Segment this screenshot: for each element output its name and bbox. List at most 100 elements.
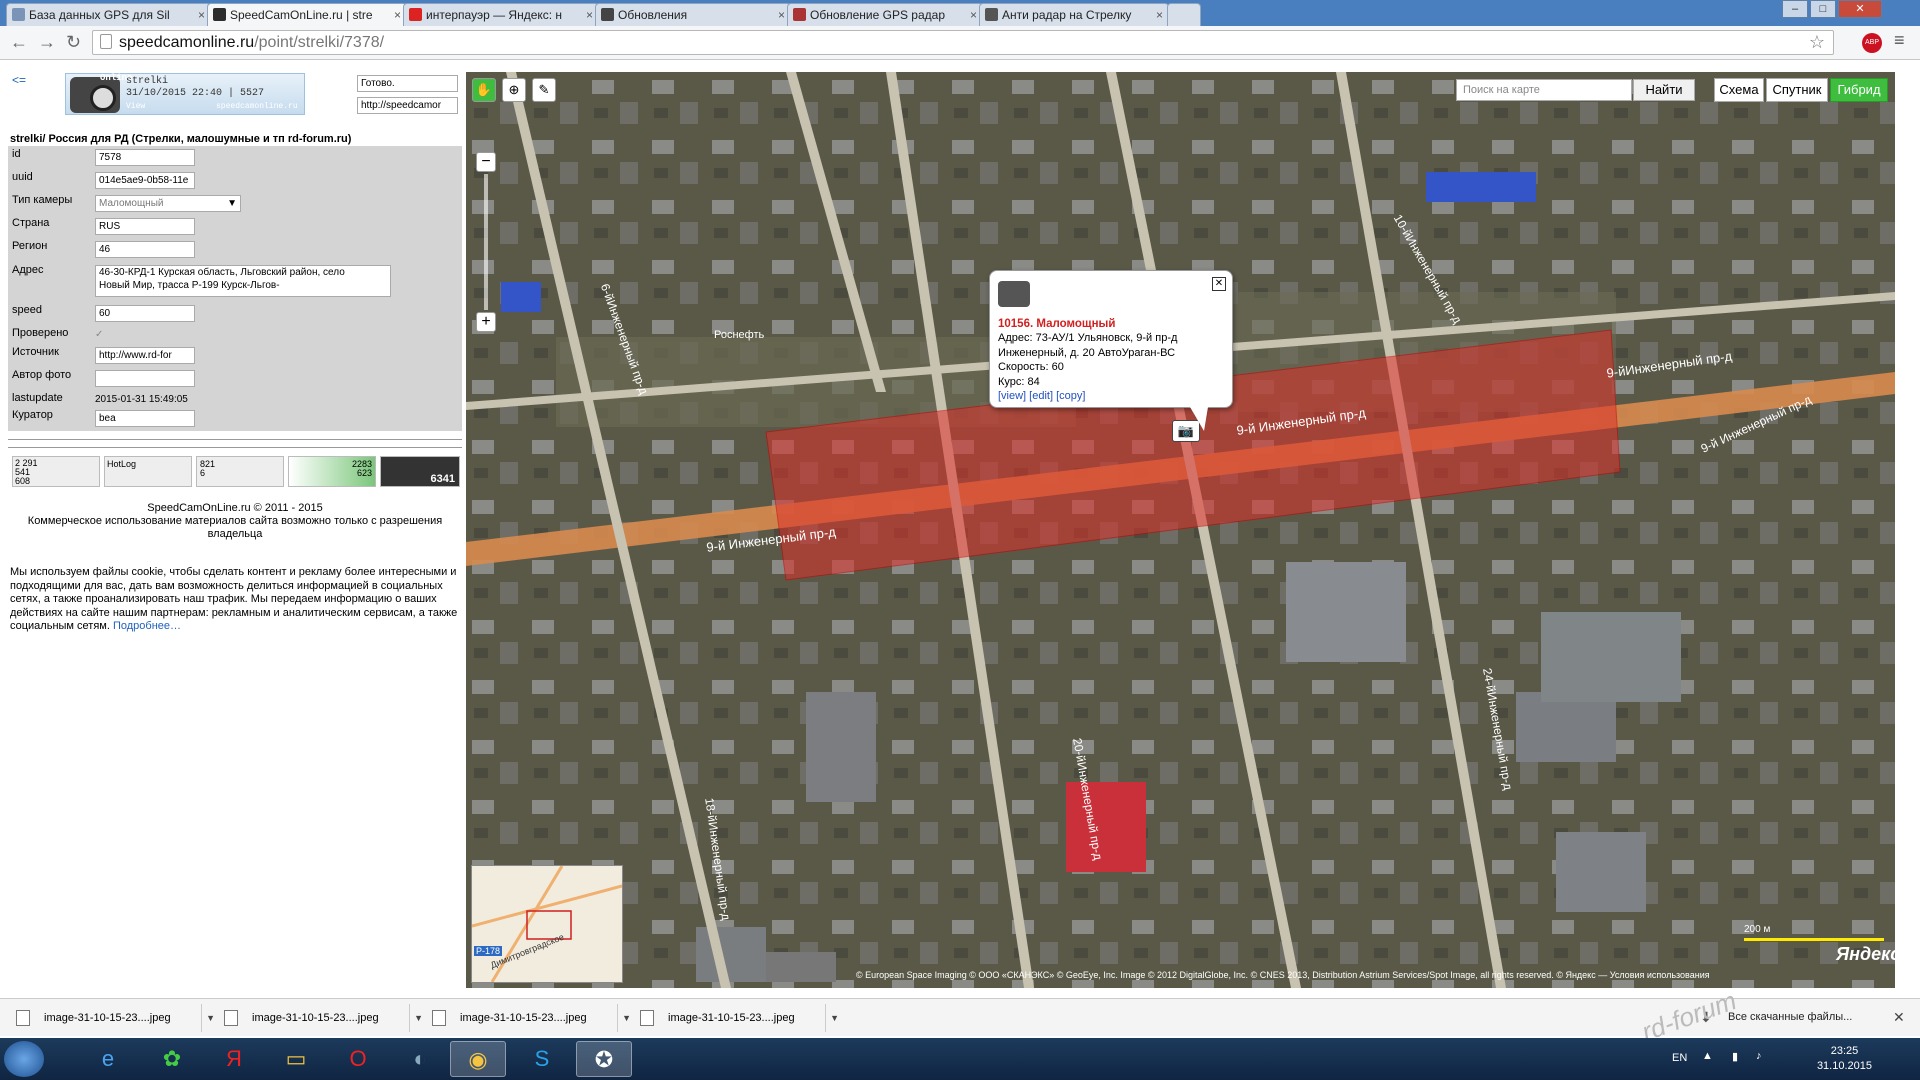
source-input[interactable]: http://www.rd-for [95,347,195,364]
ruler-tool-icon[interactable]: ✎ [532,78,556,102]
field-source: Источник http://www.rd-for [8,344,462,366]
tab-gps-radar-update[interactable]: Обновление GPS радар × [787,3,983,26]
zoom-in-button[interactable]: + [476,312,496,332]
close-tab-icon[interactable]: × [778,4,785,26]
point-form: id 7578 uuid 014e5ae9-0b58-11e Тип камеры М… [8,146,462,431]
back-icon[interactable]: ← [10,32,28,53]
point-details-panel: <= Online strelki 31/10/2015 22:40 | 552… [0,61,466,986]
image-file-icon [640,1010,654,1026]
map-area[interactable]: 9-йИнженерный пр-д 9-й Инженерный пр-д 9… [466,72,1895,988]
download-item[interactable]: image-31-10-15-23....jpeg ▼ [212,1004,423,1032]
download-item[interactable]: image-31-10-15-23....jpeg ▼ [4,1004,215,1032]
opera-icon[interactable]: O [330,1041,386,1077]
yandex-logo[interactable]: Яндекс [1836,944,1895,965]
tray-arrow-icon[interactable]: ▲ [1702,1050,1713,1062]
camera-popup: ✕ 10156. Маломощный Адрес: 73-АУ/1 Ульян… [989,270,1233,431]
dropdown-arrow-icon[interactable]: ▼ [830,1004,839,1032]
layer-hybrid-button[interactable]: Гибрид [1830,78,1888,102]
country-input[interactable]: RUS [95,218,195,235]
zoom-out-button[interactable]: − [476,152,496,172]
tab-updates[interactable]: Обновления × [595,3,791,26]
map-copyright: © European Space Imaging © ООО «СКАНЭКС»… [856,970,1710,980]
speedcam-logo[interactable]: Online strelki 31/10/2015 22:40 | 5527 V… [65,73,305,115]
field-camera-type: Тип камеры Маломощный ▼ [8,192,462,214]
close-popup-icon[interactable]: ✕ [1212,277,1226,291]
liveinternet-counter[interactable]: 2 291 541 608 [12,456,100,487]
network-icon[interactable]: ▮ [1732,1050,1738,1063]
new-tab-button[interactable] [1167,3,1201,26]
all-downloads-link[interactable]: Все скачанные файлы... [1728,1011,1852,1023]
field-speed: speed 60 [8,302,462,324]
link-field[interactable]: http://speedcamor [357,97,458,114]
verified-checkbox[interactable]: ✓ [95,329,103,340]
photo-author-input[interactable] [95,370,195,387]
map-scale: 200 м [1744,924,1771,935]
camera-type-select[interactable]: Маломощный ▼ [95,195,241,212]
yandex-counter[interactable]: 6341 [380,456,460,487]
map-find-button[interactable]: Найти [1633,79,1695,101]
yandex-browser-icon[interactable]: Я [206,1041,262,1077]
close-tab-icon[interactable]: × [586,4,593,26]
rambler-counter[interactable]: 821 6 [196,456,284,487]
world-of-tanks-icon[interactable]: ✪ [576,1041,632,1077]
field-address: Адрес 46-30-КРД-1 Курская область, Льговс… [8,262,462,298]
layer-scheme-button[interactable]: Схема [1714,78,1764,102]
favicon-icon [409,8,422,21]
tab-anti-radar[interactable]: Анти радар на Стрелку × [979,3,1169,26]
close-download-bar-icon[interactable]: ✕ [1893,1009,1905,1026]
sound-icon[interactable]: ◐ [392,1041,448,1077]
language-indicator[interactable]: EN [1672,1052,1687,1064]
bookmark-star-icon[interactable]: ☆ [1809,31,1825,54]
dropdown-arrow-icon: ▼ [227,198,237,209]
cookie-notice: Мы используем файлы cookie, чтобы сделат… [10,566,458,632]
id-input[interactable]: 7578 [95,149,195,166]
clock[interactable]: 23:25 31.10.2015 [1817,1044,1872,1074]
zoom-slider[interactable] [484,174,488,310]
close-tab-icon[interactable]: × [394,4,401,26]
speed-input[interactable]: 60 [95,305,195,322]
back-link[interactable]: <= [12,73,26,87]
tab-yandex-search[interactable]: интерпауэр — Яндекс: н × [403,3,599,26]
more-link[interactable]: Подробнее… [113,620,181,632]
maximize-button[interactable]: □ [1810,0,1836,18]
reload-icon[interactable]: ↻ [66,32,81,53]
region-input[interactable]: 46 [95,241,195,258]
hotlog-counter[interactable]: HotLog [104,456,192,487]
icq-icon[interactable]: ✿ [144,1041,200,1077]
skype-icon[interactable]: S [514,1041,570,1077]
start-button[interactable] [4,1041,44,1077]
camera-icon [998,281,1030,307]
ie-icon[interactable]: e [80,1041,136,1077]
address-textarea[interactable]: 46-30-КРД-1 Курская область, Льговский р… [95,265,391,297]
uuid-input[interactable]: 014e5ae9-0b58-11e [95,172,195,189]
favicon-icon [12,8,25,21]
close-tab-icon[interactable]: × [1156,4,1163,26]
mail-counter[interactable]: 2283 623 [288,456,376,487]
download-item[interactable]: image-31-10-15-23....jpeg ▼ [628,1004,839,1032]
poi-label[interactable]: Роснефть [714,329,764,341]
download-item[interactable]: image-31-10-15-23....jpeg ▼ [420,1004,631,1032]
forward-icon[interactable]: → [38,32,56,53]
overview-minimap[interactable]: Димитровградское Р-178 [471,865,623,983]
magnifier-tool-icon[interactable]: ⊕ [502,78,526,102]
map-search-input[interactable]: Поиск на карте [1456,79,1632,101]
close-tab-icon[interactable]: × [970,4,977,26]
layer-satellite-button[interactable]: Спутник [1766,78,1828,102]
favicon-icon [793,8,806,21]
tab-gps-database[interactable]: База данных GPS для Sil × [6,3,211,26]
explorer-icon[interactable]: ▭ [268,1041,324,1077]
minimize-button[interactable]: – [1782,0,1808,18]
close-window-button[interactable]: ✕ [1838,0,1882,18]
curator-input[interactable]: bea [95,410,195,427]
address-bar[interactable]: speedcamonline.ru/point/strelki/7378/ ☆ [92,30,1834,55]
popup-links[interactable]: [view] [edit] [copy] [998,390,1085,402]
menu-icon[interactable]: ≡ [1894,30,1905,51]
favicon-icon [213,8,226,21]
tab-speedcamonline[interactable]: SpeedCamOnLine.ru | stre × [207,3,407,26]
hand-tool-icon[interactable]: ✋ [472,78,496,102]
adblock-icon[interactable]: ABP [1862,33,1882,53]
volume-icon[interactable]: ♪ [1756,1050,1762,1062]
favicon-icon [601,8,614,21]
chrome-icon[interactable]: ◉ [450,1041,506,1077]
close-tab-icon[interactable]: × [198,4,205,26]
